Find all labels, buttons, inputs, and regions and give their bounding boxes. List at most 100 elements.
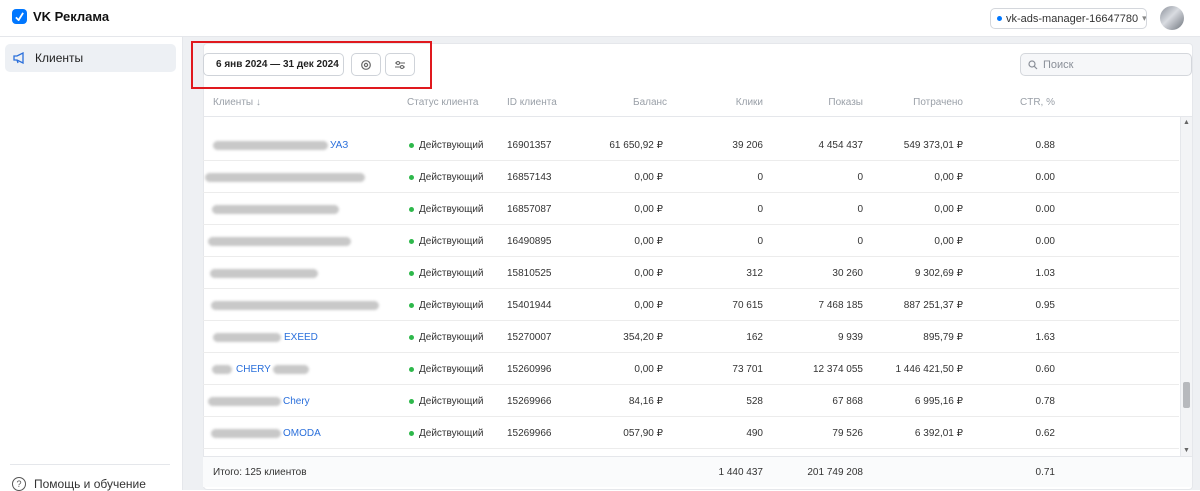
shows: 4 454 437	[818, 140, 864, 151]
top-bar: VK Реклама vk-ads-manager-16647780 ▾	[0, 0, 1200, 37]
total-clients-label: Итого: 125 клиентов	[213, 467, 307, 478]
shows: 79 526	[832, 428, 863, 439]
status-dot-icon	[409, 303, 414, 308]
shows: 12 374 055	[812, 364, 863, 375]
question-icon: ?	[12, 477, 26, 491]
table-row[interactable]: CHERY Действующий 15260996 0,00 ₽ 73 701…	[203, 353, 1179, 385]
redacted-name	[273, 365, 309, 374]
spent: 6 995,16 ₽	[914, 396, 963, 407]
redacted-name	[212, 365, 232, 374]
sidebar-divider	[10, 464, 170, 465]
client-name[interactable]: УАЗ	[330, 140, 348, 151]
client-name[interactable]: EXEED	[284, 332, 318, 343]
client-id: 16857143	[507, 172, 552, 183]
balance: 0,00 ₽	[634, 236, 663, 247]
table-row[interactable]: Действующий 16490895 0,00 ₽ 0 0 0,00 ₽ 0…	[203, 225, 1179, 257]
client-id: 15269966	[507, 396, 552, 407]
shows: 0	[857, 236, 863, 247]
scroll-thumb[interactable]	[1183, 382, 1190, 408]
clicks: 0	[757, 204, 763, 215]
table-row[interactable]: Действующий 15401944 0,00 ₽ 70 615 7 468…	[203, 289, 1179, 321]
account-selector[interactable]: vk-ads-manager-16647780 ▾	[990, 8, 1147, 29]
balance: 0,00 ₽	[634, 300, 663, 311]
client-name[interactable]: CHERY	[236, 364, 271, 375]
col-shows[interactable]: Показы	[813, 97, 863, 108]
table-row[interactable]: Действующий 15810525 0,00 ₽ 312 30 260 9…	[203, 257, 1179, 289]
status-badge: Действующий	[409, 364, 484, 375]
client-name[interactable]: Chery	[283, 396, 310, 407]
ctr: 0.78	[1035, 396, 1055, 407]
spent: 0,00 ₽	[934, 236, 963, 247]
client-id: 15401944	[507, 300, 552, 311]
balance: 0,00 ₽	[634, 364, 663, 375]
shows: 67 868	[832, 396, 863, 407]
table-row[interactable]: УАЗ Действующий 16901357 61 650,92 ₽ 39 …	[203, 129, 1179, 161]
table-row[interactable]: Действующий 16857143 0,00 ₽ 0 0 0,00 ₽ 0…	[203, 161, 1179, 193]
redacted-name	[212, 205, 339, 214]
balance: 61 650,92 ₽	[609, 140, 663, 151]
filter-sliders-icon	[395, 60, 405, 69]
client-id: 15260996	[507, 364, 552, 375]
col-clients[interactable]: Клиенты ↓	[213, 97, 261, 108]
search-input[interactable]: Поиск	[1020, 53, 1192, 76]
sidebar-item-label: Клиенты	[35, 51, 84, 65]
account-name: vk-ads-manager-16647780	[1006, 12, 1139, 25]
search-placeholder: Поиск	[1043, 58, 1074, 71]
table-row[interactable]: OMODA Действующий 15269966 057,90 ₽ 490 …	[203, 417, 1179, 449]
help-label: Помощь и обучение	[34, 477, 146, 491]
app-logo[interactable]: VK Реклама	[12, 9, 109, 24]
spent: 895,79 ₽	[923, 332, 963, 343]
shows: 0	[857, 204, 863, 215]
col-clicks[interactable]: Клики	[723, 97, 763, 108]
shows: 30 260	[832, 268, 863, 279]
table-header: Клиенты ↓ Статус клиента ID клиента Бала…	[203, 89, 1192, 117]
redacted-name	[213, 141, 328, 150]
spent: 0,00 ₽	[934, 172, 963, 183]
megaphone-icon	[13, 52, 24, 64]
client-id: 16490895	[507, 236, 552, 247]
clicks: 312	[746, 268, 763, 279]
col-balance[interactable]: Баланс	[633, 97, 667, 108]
status-badge: Действующий	[409, 140, 484, 151]
client-id: 15269966	[507, 428, 552, 439]
client-name[interactable]: OMODA	[283, 428, 321, 439]
status-dot-icon	[409, 367, 414, 372]
clicks: 162	[746, 332, 763, 343]
avatar[interactable]	[1160, 6, 1184, 30]
balance: 354,20 ₽	[623, 332, 663, 343]
client-id: 15270007	[507, 332, 552, 343]
column-settings-button[interactable]	[351, 53, 381, 76]
shows: 0	[857, 172, 863, 183]
clicks: 70 615	[732, 300, 763, 311]
ctr: 0.00	[1035, 236, 1055, 247]
redacted-name	[205, 173, 365, 182]
table-footer: Итого: 125 клиентов 1 440 437 201 749 20…	[203, 456, 1192, 487]
client-id: 15810525	[507, 268, 552, 279]
clicks: 0	[757, 236, 763, 247]
scroll-down-icon[interactable]: ▼	[1183, 447, 1190, 454]
redacted-name	[211, 301, 379, 310]
spent: 887 251,37 ₽	[903, 300, 963, 311]
col-spent[interactable]: Потрачено	[893, 97, 963, 108]
ctr: 0.62	[1035, 428, 1055, 439]
redacted-name	[211, 429, 281, 438]
app-title: VK Реклама	[33, 9, 110, 24]
col-ctr[interactable]: CTR, %	[1013, 97, 1055, 108]
status-dot-icon	[409, 271, 414, 276]
table-scrollbar[interactable]: ▲ ▼	[1180, 117, 1192, 456]
col-id[interactable]: ID клиента	[507, 97, 557, 108]
spent: 549 373,01 ₽	[903, 140, 963, 151]
table-row[interactable]: EXEED Действующий 15270007 354,20 ₽ 162 …	[203, 321, 1179, 353]
date-range-button[interactable]: 6 янв 2024 — 31 дек 2024	[203, 53, 344, 76]
ctr: 0.60	[1035, 364, 1055, 375]
search-icon	[1028, 59, 1038, 69]
col-status[interactable]: Статус клиента	[407, 97, 478, 108]
table-row[interactable]: Chery Действующий 15269966 84,16 ₽ 528 6…	[203, 385, 1179, 417]
scroll-up-icon[interactable]: ▲	[1183, 119, 1190, 126]
sidebar-item-clients[interactable]: Клиенты	[5, 44, 176, 72]
filter-button[interactable]	[385, 53, 415, 76]
table-row[interactable]: Действующий 16857087 0,00 ₽ 0 0 0,00 ₽ 0…	[203, 193, 1179, 225]
status-dot-icon	[409, 143, 414, 148]
ctr: 0.88	[1035, 140, 1055, 151]
help-link[interactable]: ? Помощь и обучение	[12, 477, 146, 491]
